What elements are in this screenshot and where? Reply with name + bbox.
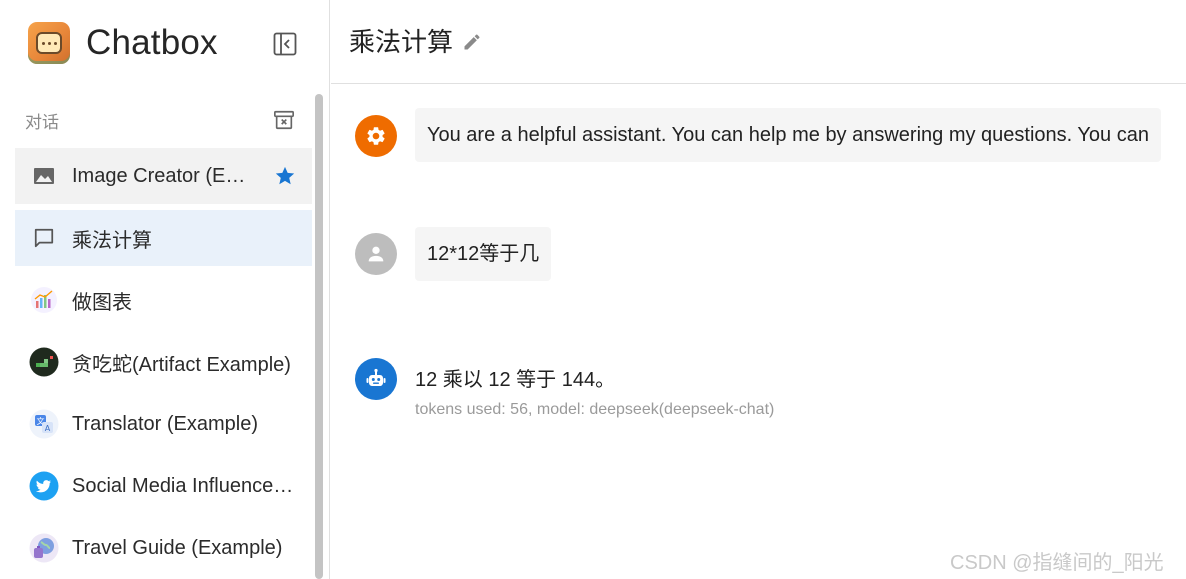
translate-avatar-icon: 文 A: [29, 409, 59, 439]
gear-icon: [367, 127, 385, 145]
session-item[interactable]: 做图表: [15, 272, 312, 328]
token-usage-meta: tokens used: 56, model: deepseek(deepsee…: [415, 401, 775, 418]
user-avatar: [355, 233, 397, 275]
robot-icon: [366, 368, 386, 386]
app-name: Chatbox: [86, 23, 218, 62]
message-bubble: You are a helpful assistant. You can hel…: [415, 108, 1161, 162]
session-list: Image Creator (E… 乘法计算 做图表 贪吃蛇(Artifact …: [15, 148, 312, 579]
session-label: 贪吃蛇(Artifact Example): [72, 353, 291, 376]
session-label: Translator (Example): [72, 412, 258, 435]
edit-title-button[interactable]: [461, 31, 483, 53]
assistant-avatar: [355, 358, 397, 400]
session-label: 乘法计算: [72, 229, 152, 252]
system-avatar: [355, 115, 397, 157]
archive-clear-icon: [274, 110, 294, 130]
session-item[interactable]: Image Creator (E…: [15, 148, 312, 204]
image-icon: [29, 161, 59, 191]
clear-conversations-button[interactable]: [272, 108, 296, 132]
chat-bubble-icon: [29, 223, 59, 253]
chat-header: 乘法计算: [331, 0, 1186, 84]
chat-panel: 乘法计算 You are a helpful assistant. You ca…: [331, 0, 1186, 579]
travel-avatar-icon: [29, 533, 59, 563]
twitter-bird-avatar-icon: [29, 471, 59, 501]
assistant-reply-text: 12 乘以 12 等于 144。: [415, 369, 616, 391]
chatbox-logo-icon: [28, 22, 70, 64]
session-label: Social Media Influence…: [72, 474, 294, 497]
brand: Chatbox: [28, 22, 218, 64]
collapse-sidebar-button[interactable]: [272, 31, 298, 57]
sidebar: Chatbox 对话 Image Creator (E… 乘法计算 做图表 贪吃…: [0, 0, 330, 579]
message-bubble: 12*12等于几: [415, 227, 552, 281]
person-icon: [368, 246, 384, 262]
snake-game-avatar-icon: [29, 347, 59, 377]
session-item[interactable]: Social Media Influence…: [15, 458, 312, 514]
session-label: Image Creator (E…: [72, 164, 246, 187]
section-title: 对话: [25, 112, 59, 132]
chat-title: 乘法计算: [349, 27, 454, 57]
session-item[interactable]: 贪吃蛇(Artifact Example): [15, 334, 312, 390]
conversations-header: 对话: [25, 108, 295, 132]
session-item-active[interactable]: 乘法计算: [15, 210, 312, 266]
pencil-icon: [464, 34, 480, 50]
sidebar-scrollbar[interactable]: [315, 94, 323, 579]
sidebar-collapse-icon: [273, 32, 297, 56]
chart-avatar-icon: [29, 285, 59, 315]
svg-text:A: A: [45, 424, 51, 433]
session-label: Travel Guide (Example): [72, 536, 283, 559]
watermark: CSDN @指缝间的_阳光: [950, 552, 1164, 574]
session-label: 做图表: [72, 291, 132, 314]
star-icon[interactable]: [272, 163, 298, 189]
session-item[interactable]: Travel Guide (Example): [15, 520, 312, 576]
session-item[interactable]: 文 A Translator (Example): [15, 396, 312, 452]
